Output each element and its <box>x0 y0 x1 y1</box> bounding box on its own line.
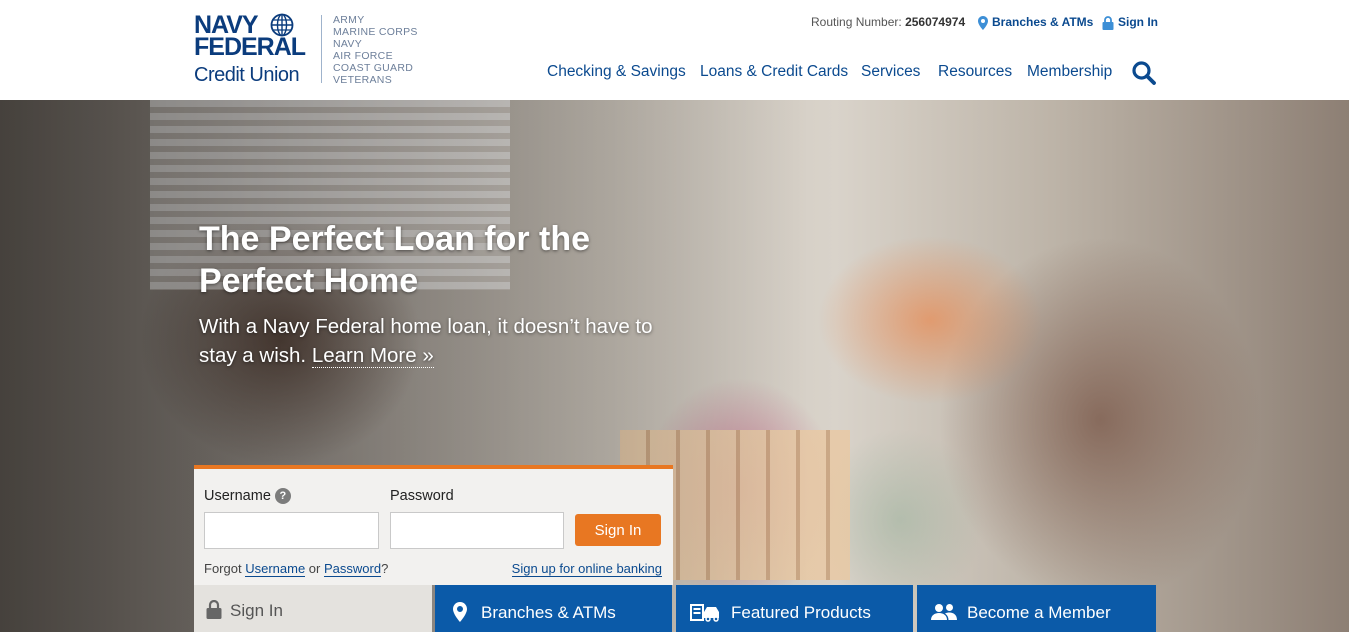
lock-icon <box>1102 16 1114 30</box>
branch-army: ARMY <box>333 14 365 26</box>
branch-coast-guard: COAST GUARD <box>333 62 414 74</box>
logo-divider <box>321 15 322 83</box>
branch-air-force: AIR FORCE <box>333 50 393 62</box>
tab-featured-products[interactable]: Featured Products <box>676 585 913 632</box>
sign-in-button[interactable]: Sign In <box>575 514 661 546</box>
header-sign-in-label: Sign In <box>1118 15 1158 29</box>
search-icon[interactable] <box>1131 60 1157 86</box>
routing-label: Routing Number: <box>811 15 902 29</box>
tab-sign-in-label: Sign In <box>230 601 283 620</box>
forgot-password-link[interactable]: Password <box>323 561 382 577</box>
username-input[interactable] <box>204 512 379 549</box>
military-branches-list: ARMY MARINE CORPS NAVY AIR FORCE COAST G… <box>333 14 418 86</box>
hero-subtitle: With a Navy Federal home loan, it doesn’… <box>199 312 679 370</box>
tab-branches-atms-label: Branches & ATMs <box>481 603 616 622</box>
branch-veterans: VETERANS <box>333 74 392 86</box>
map-pin-icon <box>453 602 467 622</box>
forgot-username-link[interactable]: Username <box>245 561 306 577</box>
password-input[interactable] <box>390 512 564 549</box>
sign-up-online-banking-link[interactable]: Sign up for online banking <box>511 561 662 577</box>
header-sign-in-link[interactable]: Sign In <box>1102 14 1158 30</box>
nav-services[interactable]: Services <box>861 62 920 82</box>
help-icon[interactable]: ? <box>274 488 291 505</box>
branches-atms-label: Branches & ATMs <box>992 15 1094 29</box>
forgot-or: or <box>308 561 321 576</box>
tab-branches-atms[interactable]: Branches & ATMs <box>435 585 672 632</box>
branch-navy: NAVY <box>333 38 363 50</box>
nav-membership[interactable]: Membership <box>1027 62 1112 82</box>
routing-value: 256074974 <box>905 15 966 29</box>
nav-loans-credit-cards[interactable]: Loans & Credit Cards <box>700 62 848 82</box>
featured-products-icon <box>690 604 719 622</box>
map-pin-icon <box>978 15 988 30</box>
login-panel: Username? Password Sign In Forgot Userna… <box>194 465 673 590</box>
logo-text-federal: FEDERAL <box>194 33 306 61</box>
tab-featured-products-label: Featured Products <box>731 603 871 622</box>
nav-resources[interactable]: Resources <box>938 62 1012 82</box>
members-icon <box>931 604 957 620</box>
nav-checking-savings[interactable]: Checking & Savings <box>547 62 686 82</box>
tab-sign-in[interactable]: Sign In <box>194 585 432 632</box>
lock-icon <box>206 599 222 619</box>
tab-become-member[interactable]: Become a Member <box>917 585 1156 632</box>
logo-text-credit-union: Credit Union <box>194 64 300 86</box>
routing-number: Routing Number: 256074974 <box>811 14 965 30</box>
username-label-row: Username? <box>204 488 291 505</box>
learn-more-link[interactable]: Learn More » <box>311 344 434 368</box>
forgot-suffix: ? <box>381 561 389 576</box>
site-header: NAVY FEDERAL Credit Union ARMY MARINE CO… <box>0 0 1349 100</box>
forgot-credentials: Forgot Username or Password? <box>204 561 389 577</box>
branch-marine-corps: MARINE CORPS <box>333 26 418 38</box>
tab-become-member-label: Become a Member <box>967 603 1111 622</box>
hero-title: The Perfect Loan for the Perfect Home <box>199 220 591 300</box>
signup-row: Sign up for online banking <box>511 561 662 577</box>
username-label: Username <box>204 488 271 504</box>
branches-atms-link[interactable]: Branches & ATMs <box>978 14 1093 30</box>
password-label: Password <box>390 488 454 504</box>
navy-federal-logo[interactable]: NAVY FEDERAL Credit Union <box>194 13 319 88</box>
forgot-prefix: Forgot <box>204 561 242 576</box>
tab-sign-in-content: Sign In <box>206 599 283 621</box>
